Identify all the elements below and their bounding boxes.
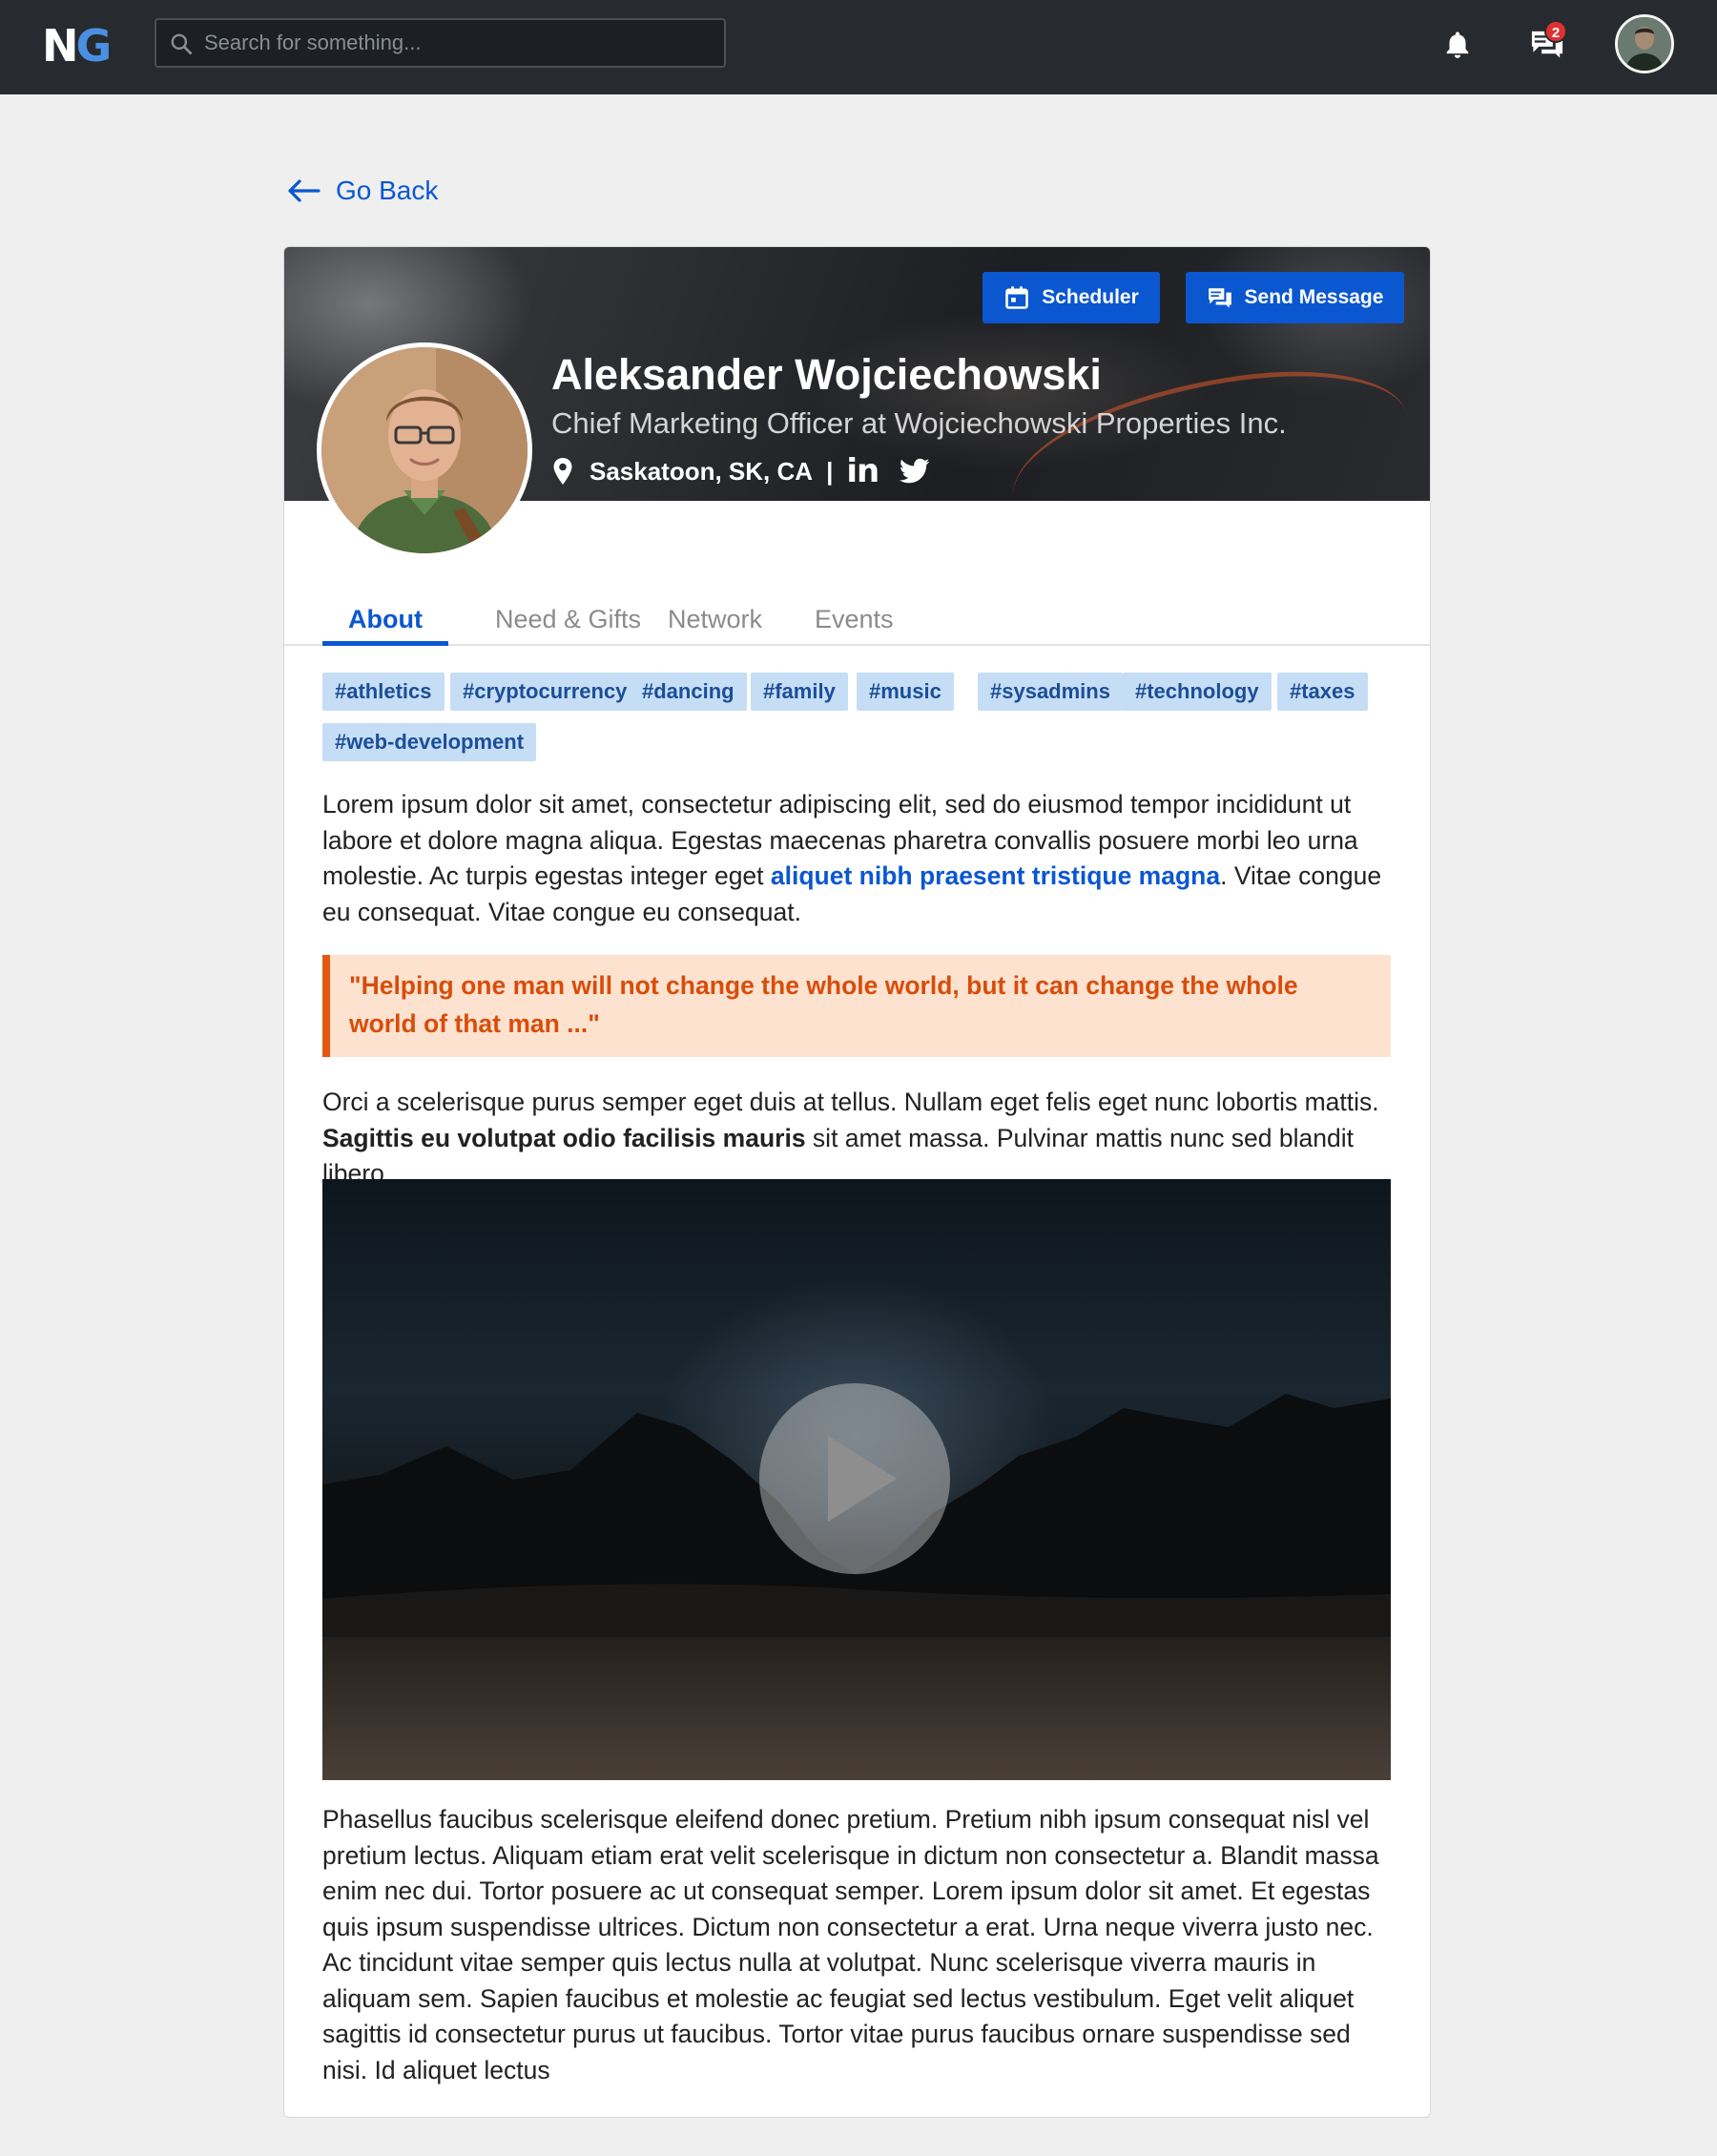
twitter-icon[interactable]: [900, 458, 930, 485]
search-input[interactable]: [204, 20, 710, 66]
logo-letter-g: G: [75, 20, 113, 72]
play-button[interactable]: [759, 1383, 950, 1574]
highlighted-quote: "Helping one man will not change the who…: [322, 955, 1391, 1057]
tag-chip[interactable]: #dancing: [630, 673, 747, 711]
tag-chip[interactable]: #music: [857, 673, 954, 711]
avatar-image: [1618, 17, 1671, 71]
about-paragraph-2: Orci a scelerisque purus semper eget dui…: [322, 1085, 1400, 1192]
video-player[interactable]: [322, 1179, 1391, 1780]
go-back-label: Go Back: [336, 176, 439, 205]
linkedin-icon[interactable]: in: [846, 452, 879, 490]
search-box: [155, 18, 726, 68]
bold-text: Sagittis eu volutpat odio facilisis maur…: [322, 1123, 806, 1152]
tab-about[interactable]: About: [322, 602, 448, 646]
about-text: Orci a scelerisque purus semper eget dui…: [322, 1088, 1379, 1116]
tag-chip[interactable]: #cryptocurrency: [450, 673, 640, 711]
notification-badge: 2: [1544, 20, 1567, 43]
scheduler-label: Scheduler: [1042, 286, 1139, 308]
tab-events[interactable]: Events: [789, 602, 920, 646]
profile-photo: [317, 342, 532, 558]
about-paragraph-3: Phasellus faucibus scelerisque eleifend …: [322, 1805, 1379, 2084]
search-icon: [171, 33, 193, 55]
calendar-icon: [1005, 286, 1029, 309]
about-paragraph-1: Lorem ipsum dolor sit amet, consectetur …: [322, 787, 1400, 930]
scheduler-button[interactable]: Scheduler: [983, 272, 1160, 323]
profile-photo-image: [321, 347, 528, 553]
profile-name: Aleksander Wojciechowski: [551, 350, 1102, 399]
tag-chip[interactable]: #taxes: [1277, 673, 1368, 711]
send-message-label: Send Message: [1244, 286, 1384, 308]
tab-need-gifts[interactable]: Need & Gifts: [469, 602, 667, 646]
map-pin-icon: [553, 458, 572, 485]
tag-chip[interactable]: #web-development: [322, 723, 537, 761]
play-icon: [828, 1436, 897, 1522]
profile-location: Saskatoon, SK, CA: [590, 456, 814, 486]
profile-card: Scheduler Send Message Aleksander Wojcie…: [283, 246, 1431, 2118]
avatar[interactable]: [1615, 14, 1674, 73]
tab-network[interactable]: Network: [642, 602, 788, 646]
tag-chip[interactable]: #family: [751, 673, 848, 711]
location-separator: |: [826, 456, 834, 486]
chat-bubbles-icon: [1208, 288, 1231, 308]
inline-link[interactable]: aliquet nibh praesent tristique magna: [771, 861, 1220, 890]
app-logo[interactable]: NG: [42, 20, 113, 72]
profile-tabs: About Need & Gifts Network Events: [284, 602, 1430, 646]
profile-location-row: Saskatoon, SK, CA | in: [551, 452, 930, 490]
send-message-button[interactable]: Send Message: [1186, 272, 1404, 323]
go-back-link[interactable]: Go Back: [286, 172, 438, 210]
profile-job-title: Chief Marketing Officer at Wojciechowski…: [551, 406, 1287, 440]
logo-letter-n: N: [42, 20, 78, 72]
tag-chip[interactable]: #technology: [1123, 673, 1272, 711]
arrow-left-icon: [288, 179, 321, 202]
tag-chip[interactable]: #sysadmins: [978, 673, 1123, 711]
tag-chip[interactable]: #athletics: [322, 673, 445, 711]
bell-icon[interactable]: [1441, 29, 1474, 61]
top-navigation-bar: NG 2: [0, 0, 1717, 94]
